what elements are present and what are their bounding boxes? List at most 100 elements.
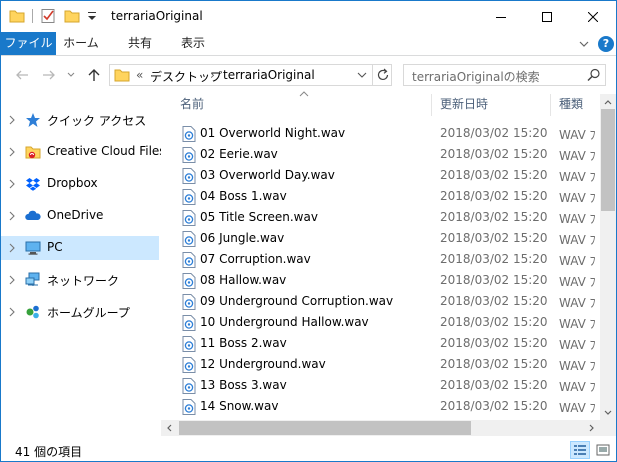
chevron-right-icon[interactable] <box>8 146 16 161</box>
chevron-right-icon[interactable] <box>8 306 16 321</box>
scroll-up-arrow-icon[interactable] <box>600 94 616 109</box>
recent-locations-chevron-icon[interactable] <box>65 66 77 84</box>
large-icons-view-button[interactable] <box>593 441 613 459</box>
wav-file-icon <box>182 168 196 184</box>
horizontal-scroll-thumb[interactable] <box>179 421 471 435</box>
sidebar-item-creative-cloud-files[interactable]: Creative Cloud Files <box>1 140 166 164</box>
horizontal-scrollbar[interactable] <box>161 420 600 436</box>
file-type: WAV ﾌ <box>559 254 596 268</box>
chevron-right-icon[interactable] <box>8 114 16 129</box>
table-row[interactable]: 01 Overworld Night.wav 2018/03/02 15:20 WA… <box>161 123 601 144</box>
search-icon[interactable] <box>587 68 601 85</box>
scrollbar-corner <box>600 420 616 436</box>
new-folder-icon[interactable] <box>64 8 80 24</box>
chevron-right-icon[interactable] <box>8 178 16 193</box>
wav-file-icon <box>182 378 196 394</box>
breadcrumb-current[interactable]: terrariaOriginal <box>223 68 315 82</box>
title-bar[interactable]: terrariaOriginal <box>1 1 616 32</box>
refresh-button[interactable] <box>372 65 392 85</box>
table-row[interactable]: 03 Overworld Day.wav 2018/03/02 15:20 WAV … <box>161 165 601 186</box>
chevron-right-icon[interactable] <box>8 210 16 225</box>
chevron-right-icon[interactable] <box>8 274 16 289</box>
file-modified-date: 2018/03/02 15:20 <box>440 189 548 203</box>
scroll-down-arrow-icon[interactable] <box>600 405 616 420</box>
file-name[interactable]: 09 Underground Corruption.wav <box>200 294 393 308</box>
table-row[interactable]: 06 Jungle.wav 2018/03/02 15:20 WAV ﾌ <box>161 228 601 249</box>
file-name[interactable]: 02 Eerie.wav <box>200 147 278 161</box>
wav-file-icon <box>182 147 196 163</box>
sidebar-item-network[interactable]: ネットワーク <box>1 268 159 292</box>
breadcrumb-separator[interactable]: › <box>210 68 215 82</box>
details-view-button[interactable] <box>570 441 590 459</box>
table-row[interactable]: 08 Hallow.wav 2018/03/02 15:20 WAV ﾌ <box>161 270 601 291</box>
tab-view[interactable]: 表示 <box>171 32 215 55</box>
tab-home[interactable]: ホーム <box>59 32 103 55</box>
table-row[interactable]: 11 Boss 2.wav 2018/03/02 15:20 WAV ﾌ <box>161 333 601 354</box>
vertical-scrollbar[interactable] <box>600 94 616 420</box>
up-button[interactable] <box>85 66 103 84</box>
table-row[interactable]: 12 Underground.wav 2018/03/02 15:20 WAV ﾌ <box>161 354 601 375</box>
file-modified-date: 2018/03/02 15:20 <box>440 378 548 392</box>
file-type: WAV ﾌ <box>559 380 596 394</box>
file-name[interactable]: 07 Corruption.wav <box>200 252 311 266</box>
table-row[interactable]: 02 Eerie.wav 2018/03/02 15:20 WAV ﾌ <box>161 144 601 165</box>
table-row[interactable]: 05 Title Screen.wav 2018/03/02 15:20 WAV ﾌ <box>161 207 601 228</box>
chevron-right-icon[interactable] <box>8 242 16 257</box>
file-name[interactable]: 06 Jungle.wav <box>200 231 284 245</box>
column-header-type[interactable]: 種類 <box>559 94 583 116</box>
file-name[interactable]: 01 Overworld Night.wav <box>200 126 345 140</box>
file-name[interactable]: 03 Overworld Day.wav <box>200 168 335 182</box>
properties-checkmark-icon[interactable] <box>40 8 56 24</box>
table-row[interactable]: 13 Boss 3.wav 2018/03/02 15:20 WAV ﾌ <box>161 375 601 396</box>
table-row[interactable]: 07 Corruption.wav 2018/03/02 15:20 WAV ﾌ <box>161 249 601 270</box>
tab-file[interactable]: ファイル <box>1 32 56 55</box>
sidebar-item-homegroup[interactable]: ホームグループ <box>1 300 159 324</box>
sidebar-item-onedrive[interactable]: OneDrive <box>1 204 159 228</box>
address-bar[interactable]: « デスクトップ › terrariaOriginal <box>109 64 392 86</box>
wav-file-icon <box>182 357 196 373</box>
sidebar-item-quick-access[interactable]: クイック アクセス <box>1 108 159 132</box>
file-type: WAV ﾌ <box>559 149 596 163</box>
file-name[interactable]: 04 Boss 1.wav <box>200 189 287 203</box>
file-name[interactable]: 05 Title Screen.wav <box>200 210 318 224</box>
column-divider[interactable] <box>550 94 551 116</box>
file-name[interactable]: 08 Hallow.wav <box>200 273 286 287</box>
column-header-name[interactable]: 名前 <box>180 94 204 116</box>
column-header-date[interactable]: 更新日時 <box>440 94 488 116</box>
wav-file-icon <box>182 315 196 331</box>
sidebar-item-dropbox[interactable]: Dropbox <box>1 172 159 196</box>
homegroup-icon <box>25 304 41 320</box>
vertical-scroll-thumb[interactable] <box>601 109 615 211</box>
column-divider[interactable] <box>431 94 432 116</box>
expand-ribbon-chevron-icon[interactable] <box>577 37 591 51</box>
help-icon[interactable]: ? <box>598 36 614 52</box>
table-row[interactable]: 14 Snow.wav 2018/03/02 15:20 WAV ﾌ <box>161 396 601 417</box>
file-modified-date: 2018/03/02 15:20 <box>440 147 548 161</box>
search-placeholder[interactable]: terrariaOriginalの検索 <box>412 68 540 85</box>
maximize-button[interactable] <box>524 1 570 32</box>
file-name[interactable]: 14 Snow.wav <box>200 399 278 413</box>
file-name[interactable]: 12 Underground.wav <box>200 357 326 371</box>
search-box[interactable]: terrariaOriginalの検索 <box>403 64 606 86</box>
file-name[interactable]: 11 Boss 2.wav <box>200 336 287 350</box>
scroll-right-arrow-icon[interactable] <box>584 420 600 436</box>
address-overflow[interactable]: « <box>136 68 143 82</box>
folder-icon[interactable] <box>9 8 25 24</box>
tab-share[interactable]: 共有 <box>119 32 161 55</box>
scroll-left-arrow-icon[interactable] <box>161 420 177 436</box>
table-row[interactable]: 04 Boss 1.wav 2018/03/02 15:20 WAV ﾌ <box>161 186 601 207</box>
forward-button[interactable] <box>40 66 58 84</box>
back-button[interactable] <box>13 66 31 84</box>
file-type: WAV ﾌ <box>559 338 596 352</box>
close-button[interactable] <box>570 1 616 32</box>
dropbox-icon <box>25 176 41 192</box>
minimize-button[interactable] <box>478 1 524 32</box>
file-name[interactable]: 10 Underground Hallow.wav <box>200 315 369 329</box>
address-dropdown-chevron-icon[interactable] <box>356 65 368 88</box>
file-name[interactable]: 13 Boss 3.wav <box>200 378 287 392</box>
customize-toolbar-dropdown-icon[interactable] <box>86 8 102 24</box>
table-row[interactable]: 09 Underground Corruption.wav 2018/03/02 … <box>161 291 601 312</box>
table-row[interactable]: 10 Underground Hallow.wav 2018/03/02 15:2… <box>161 312 601 333</box>
sidebar-item-pc[interactable]: PC <box>1 236 159 260</box>
sidebar-item-label: クイック アクセス <box>47 114 147 128</box>
